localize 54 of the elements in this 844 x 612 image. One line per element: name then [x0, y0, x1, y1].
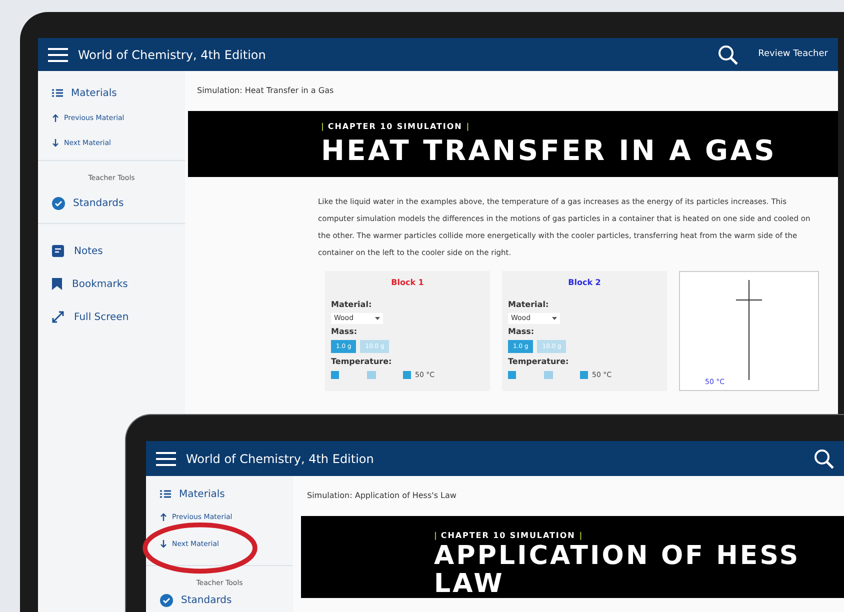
kicker-divider-glyph: |	[321, 121, 324, 133]
search-icon[interactable]	[814, 448, 834, 468]
slider[interactable]	[331, 370, 411, 380]
slider-thumb[interactable]	[367, 371, 376, 380]
mass-label: Mass:	[508, 326, 536, 338]
temperature-label: Temperature:	[331, 356, 393, 368]
caret-icon	[375, 317, 380, 320]
slider-thumb[interactable]	[544, 371, 553, 380]
check-circle-icon	[52, 196, 65, 210]
breadcrumb: Simulation: Application of Hess's Law	[307, 490, 458, 502]
banner-title: APPLICATION OF HESS	[434, 542, 802, 570]
chapter-kicker: CHAPTER 10 SIMULATION	[328, 121, 462, 133]
breadcrumb: Simulation: Heat Transfer in a Gas	[197, 85, 335, 97]
banner-title: HEAT TRANSFER IN A GAS	[321, 133, 778, 169]
material-label: Material:	[331, 299, 373, 311]
search-icon[interactable]	[718, 44, 738, 64]
bookmark-icon	[52, 278, 62, 290]
kicker-divider-glyph: |	[579, 530, 582, 542]
kicker-divider-glyph: |	[466, 121, 470, 133]
expand-icon	[52, 311, 64, 323]
kicker-divider-glyph: |	[434, 530, 437, 542]
down-arrow-icon	[160, 540, 167, 548]
tool-link[interactable]: Bookmarks	[72, 276, 128, 292]
list-icon	[52, 89, 63, 97]
check-circle-icon	[160, 594, 173, 606]
up-arrow-icon	[52, 114, 59, 122]
decrease-handle[interactable]	[508, 371, 516, 380]
tool-link[interactable]: Full Screen	[74, 310, 129, 324]
increase-handle[interactable]	[580, 371, 588, 380]
account-link[interactable]: Review Teacher	[758, 48, 828, 62]
caret-icon	[552, 317, 557, 320]
banner-title: LAW	[434, 570, 506, 598]
chapter-kicker: CHAPTER 10 SIMULATION	[440, 530, 576, 542]
up-arrow-icon	[160, 513, 167, 522]
slider[interactable]	[508, 370, 588, 380]
decrease-handle[interactable]	[331, 371, 339, 380]
temperature-label: Temperature:	[508, 356, 570, 368]
mass-label: Mass:	[331, 326, 358, 338]
standards-link[interactable]: Standards	[181, 592, 232, 608]
down-arrow-icon	[52, 138, 59, 147]
block-title: Block 2	[568, 277, 601, 289]
menu-icon[interactable]	[156, 452, 176, 466]
material-label: Material:	[508, 299, 550, 311]
note-icon	[52, 245, 64, 257]
menu-icon[interactable]	[48, 48, 68, 62]
list-icon	[160, 490, 171, 498]
standards-link[interactable]: Standards	[73, 196, 124, 210]
app-title: World of Chemistry, 4th Edition	[78, 46, 266, 64]
increase-handle[interactable]	[403, 371, 411, 380]
app-title: World of Chemistry, 4th Edition	[186, 450, 374, 468]
materials-link[interactable]: Materials	[179, 486, 225, 502]
block-title: Block 1	[391, 277, 424, 289]
tool-link[interactable]: Notes	[74, 244, 103, 258]
materials-link[interactable]: Materials	[71, 86, 117, 100]
